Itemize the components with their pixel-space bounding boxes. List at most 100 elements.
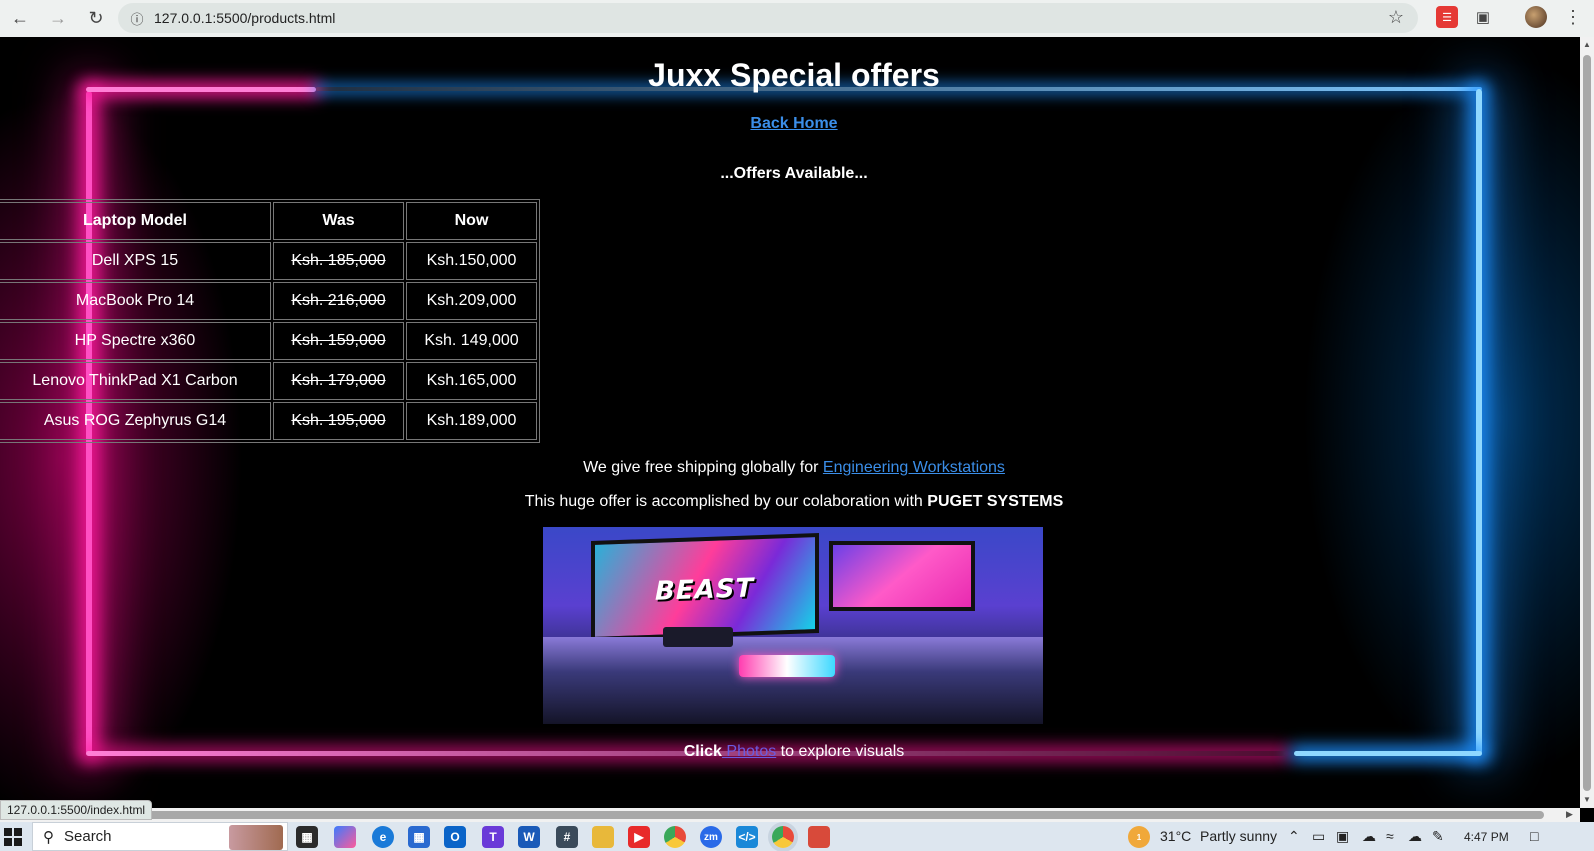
cell-now-price: Ksh.189,000 bbox=[406, 402, 537, 440]
battery-icon[interactable]: ▭ bbox=[1312, 828, 1325, 845]
table-row: Lenovo ThinkPad X1 Carbon Ksh. 179,000 K… bbox=[0, 362, 537, 400]
table-row: MacBook Pro 14 Ksh. 216,000 Ksh.209,000 bbox=[0, 282, 537, 320]
header-was: Was bbox=[273, 202, 404, 240]
offers-table: Laptop Model Was Now Dell XPS 15 Ksh. 18… bbox=[0, 199, 540, 443]
status-bar-url: 127.0.0.1:5500/index.html bbox=[0, 800, 153, 820]
collab-partner: PUGET SYSTEMS bbox=[927, 493, 1064, 510]
horizontal-scroll-thumb[interactable] bbox=[18, 811, 1544, 819]
search-icon: ⚲ bbox=[43, 828, 54, 846]
cell-was-price: Ksh. 216,000 bbox=[273, 282, 404, 320]
cell-model: Lenovo ThinkPad X1 Carbon bbox=[0, 362, 271, 400]
reload-icon[interactable]: ↻ bbox=[78, 5, 114, 33]
cell-was-price: Ksh. 185,000 bbox=[273, 242, 404, 280]
app-icon[interactable] bbox=[808, 826, 830, 848]
site-info-icon[interactable]: ⓘ bbox=[122, 9, 152, 28]
taskbar-search[interactable]: ⚲ Search bbox=[32, 822, 288, 851]
weather-desc[interactable]: Partly sunny bbox=[1200, 828, 1277, 844]
youtube-icon[interactable]: ▶ bbox=[628, 826, 650, 848]
outlook-icon[interactable]: O bbox=[444, 826, 466, 848]
onedrive-icon[interactable]: ☁ bbox=[1362, 828, 1376, 845]
microsoft-store-icon[interactable]: ▦ bbox=[408, 826, 430, 848]
scroll-up-arrow-icon[interactable]: ▲ bbox=[1583, 40, 1591, 49]
edge-browser-icon[interactable]: e bbox=[372, 826, 394, 848]
task-view-icon[interactable]: ▦ bbox=[296, 826, 318, 848]
page-title: Juxx Special offers bbox=[648, 57, 940, 93]
table-header-row: Laptop Model Was Now bbox=[0, 202, 537, 240]
taskbar-search-label: Search bbox=[64, 828, 112, 845]
address-bar[interactable]: ⓘ 127.0.0.1:5500/products.html ☆ bbox=[118, 3, 1418, 33]
click-paragraph: Click Photos to explore visuals bbox=[0, 743, 1580, 761]
vscode-icon[interactable]: </> bbox=[736, 826, 758, 848]
cell-now-price: Ksh. 149,000 bbox=[406, 322, 537, 360]
header-now: Now bbox=[406, 202, 537, 240]
monitor-right bbox=[829, 541, 975, 611]
scroll-right-arrow-icon[interactable]: ▶ bbox=[1566, 809, 1573, 820]
wifi-icon[interactable]: ≈ bbox=[1386, 828, 1394, 844]
weather-icon[interactable]: 1 bbox=[1128, 826, 1150, 848]
notification-icon[interactable]: □ bbox=[1530, 828, 1538, 844]
cell-now-price: Ksh.150,000 bbox=[406, 242, 537, 280]
network-cloud-icon[interactable]: ☁ bbox=[1408, 828, 1422, 845]
table-row: HP Spectre x360 Ksh. 159,000 Ksh. 149,00… bbox=[0, 322, 537, 360]
rgb-keyboard bbox=[739, 655, 835, 677]
word-icon[interactable]: W bbox=[518, 826, 540, 848]
calculator-icon[interactable]: # bbox=[556, 826, 578, 848]
gaming-setup-image: BEAST bbox=[543, 527, 1043, 724]
shipping-text: We give free shipping globally for bbox=[583, 459, 819, 476]
zoom-icon[interactable]: zm bbox=[700, 826, 722, 848]
click-prefix: Click bbox=[683, 743, 722, 760]
collab-text: This huge offer is accomplished by our c… bbox=[524, 493, 923, 510]
teams-icon[interactable]: T bbox=[482, 826, 504, 848]
cell-model: Asus ROG Zephyrus G14 bbox=[0, 402, 271, 440]
offers-heading: ...Offers Available... bbox=[720, 165, 868, 182]
profile-avatar[interactable] bbox=[1525, 6, 1547, 28]
weather-badge: 1 bbox=[1136, 832, 1142, 842]
windows-taskbar: ⚲ Search ▦ e ▦ O T W # ▶ zm </> 1 31°C P… bbox=[0, 822, 1594, 851]
speaker-bar bbox=[663, 627, 733, 647]
click-suffix: to explore visuals bbox=[776, 743, 905, 760]
collab-paragraph: This huge offer is accomplished by our c… bbox=[0, 493, 1580, 511]
meet-icon[interactable]: ▣ bbox=[1336, 828, 1349, 845]
browser-toolbar: ← → ↻ ⓘ 127.0.0.1:5500/products.html ☆ ☰… bbox=[0, 0, 1594, 37]
cell-model: HP Spectre x360 bbox=[0, 322, 271, 360]
copilot-icon[interactable] bbox=[334, 826, 356, 848]
extensions-puzzle-icon[interactable]: ▣ bbox=[1472, 6, 1494, 28]
search-highlight-image bbox=[229, 825, 283, 850]
bookmark-star-icon[interactable]: ☆ bbox=[1388, 7, 1404, 28]
cell-model: Dell XPS 15 bbox=[0, 242, 271, 280]
back-home-link[interactable]: Back Home bbox=[750, 115, 837, 132]
windows-start-icon[interactable] bbox=[4, 828, 22, 846]
pen-icon[interactable]: ✎ bbox=[1432, 828, 1444, 845]
address-url[interactable]: 127.0.0.1:5500/products.html bbox=[154, 10, 335, 26]
table-row: Dell XPS 15 Ksh. 185,000 Ksh.150,000 bbox=[0, 242, 537, 280]
cell-was-price: Ksh. 195,000 bbox=[273, 402, 404, 440]
photos-link[interactable]: Photos bbox=[722, 743, 776, 760]
cell-now-price: Ksh.209,000 bbox=[406, 282, 537, 320]
cell-now-price: Ksh.165,000 bbox=[406, 362, 537, 400]
extension-red-icon[interactable]: ☰ bbox=[1436, 6, 1458, 28]
kebab-menu-icon[interactable]: ⋮ bbox=[1562, 6, 1584, 28]
desk bbox=[543, 637, 1043, 724]
clock-time[interactable]: 4:47 PM bbox=[1464, 830, 1509, 844]
file-explorer-icon[interactable] bbox=[592, 826, 614, 848]
back-arrow-icon[interactable]: ← bbox=[2, 5, 38, 33]
horizontal-scrollbar[interactable]: ▶ bbox=[0, 808, 1580, 822]
chrome-icon[interactable] bbox=[664, 826, 686, 848]
cell-was-price: Ksh. 179,000 bbox=[273, 362, 404, 400]
shipping-paragraph: We give free shipping globally for Engin… bbox=[0, 459, 1580, 477]
vertical-scrollbar[interactable]: ▲ ▼ bbox=[1580, 37, 1594, 808]
neon-frame-right bbox=[1476, 89, 1482, 755]
forward-arrow-icon[interactable]: → bbox=[40, 5, 76, 33]
page-viewport: Juxx Special offers Back Home ...Offers … bbox=[0, 37, 1580, 808]
chrome-active-icon[interactable] bbox=[772, 826, 794, 848]
engineering-workstations-link[interactable]: Engineering Workstations bbox=[823, 459, 1005, 476]
table-row: Asus ROG Zephyrus G14 Ksh. 195,000 Ksh.1… bbox=[0, 402, 537, 440]
cell-was-price: Ksh. 159,000 bbox=[273, 322, 404, 360]
monitor-left: BEAST bbox=[591, 533, 819, 641]
monitor-beast-text: BEAST bbox=[655, 573, 755, 607]
vertical-scroll-thumb[interactable] bbox=[1583, 55, 1591, 791]
header-laptop-model: Laptop Model bbox=[0, 202, 271, 240]
scroll-down-arrow-icon[interactable]: ▼ bbox=[1583, 795, 1591, 804]
weather-temp[interactable]: 31°C bbox=[1160, 828, 1191, 844]
tray-chevron-up-icon[interactable]: ⌃ bbox=[1288, 828, 1300, 845]
